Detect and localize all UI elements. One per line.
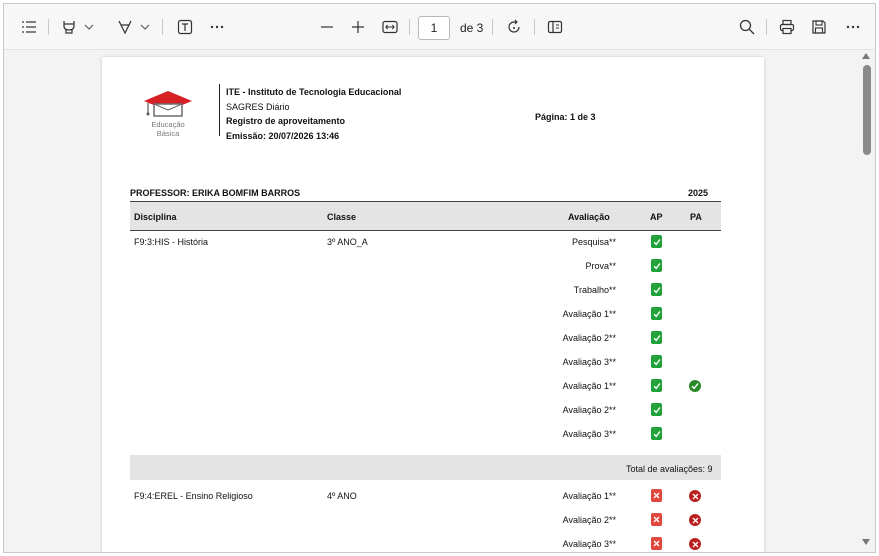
- row-disciplina: F9:3:HIS - História: [134, 237, 209, 247]
- scroll-up-arrow-icon[interactable]: [862, 53, 870, 59]
- ap-check-icon: [651, 379, 662, 392]
- page-number-input[interactable]: 1: [418, 16, 450, 40]
- toolbar-separator: [409, 19, 410, 35]
- table-header-bottom-rule: [130, 230, 721, 231]
- fit-to-width-icon[interactable]: [379, 16, 401, 38]
- scroll-down-arrow-icon[interactable]: [862, 539, 870, 545]
- row-avaliacao: Avaliação 3**: [562, 357, 616, 367]
- ap-cross-icon: [651, 513, 662, 526]
- toolbar-separator: [534, 19, 535, 35]
- system-name: SAGRES Diário: [226, 102, 290, 112]
- row-avaliacao: Avaliação 3**: [562, 429, 616, 439]
- report-year: 2025: [688, 188, 709, 198]
- header-ap: AP: [650, 212, 663, 222]
- document-viewport[interactable]: Educação Básica ITE - Instituto de Tecno…: [4, 51, 875, 552]
- toolbar-separator: [766, 19, 767, 35]
- print-icon[interactable]: [776, 16, 798, 38]
- table-header-top-rule: [130, 201, 721, 202]
- highlight-icon[interactable]: [58, 16, 80, 38]
- ap-cross-icon: [651, 537, 662, 550]
- rotate-icon[interactable]: [503, 16, 525, 38]
- row-avaliacao: Pesquisa**: [571, 237, 616, 247]
- ap-check-icon: [651, 283, 662, 296]
- emission-date: Emissão: 20/07/2026 13:46: [226, 131, 340, 141]
- vertical-scrollbar[interactable]: [859, 51, 875, 552]
- row-disciplina: F9:4:EREL - Ensino Religioso: [134, 491, 253, 501]
- highlight-dropdown-chevron-icon[interactable]: [82, 16, 96, 38]
- ap-check-icon: [651, 331, 662, 344]
- pa-cross-circle-icon: [689, 538, 701, 550]
- draw-icon[interactable]: [114, 16, 136, 38]
- toolbar: 1 de 3: [4, 4, 875, 50]
- scroll-thumb[interactable]: [863, 65, 871, 155]
- ap-check-icon: [651, 427, 662, 440]
- institution-name: ITE - Instituto de Tecnologia Educaciona…: [226, 87, 402, 97]
- zoom-out-icon[interactable]: [316, 16, 338, 38]
- row-avaliacao: Avaliação 1**: [562, 381, 616, 391]
- toolbar-separator: [48, 19, 49, 35]
- search-icon[interactable]: [736, 16, 758, 38]
- pa-cross-circle-icon: [689, 490, 701, 502]
- group-total-label: Total de avaliações: 9: [626, 464, 713, 474]
- save-icon[interactable]: [808, 16, 830, 38]
- pa-check-circle-icon: [689, 380, 701, 392]
- ap-cross-icon: [651, 489, 662, 502]
- pdf-viewer-window: 1 de 3 Educação Básica ITE - Instituto d…: [3, 3, 876, 553]
- row-avaliacao: Avaliação 2**: [562, 515, 616, 525]
- ap-check-icon: [651, 259, 662, 272]
- toolbar-separator: [492, 19, 493, 35]
- header-avaliacao: Avaliação: [568, 212, 610, 222]
- ap-check-icon: [651, 307, 662, 320]
- draw-dropdown-chevron-icon[interactable]: [138, 16, 152, 38]
- pdf-page: Educação Básica ITE - Instituto de Tecno…: [102, 57, 764, 552]
- page-count-label: de 3: [460, 21, 484, 35]
- text-box-icon[interactable]: [174, 16, 196, 38]
- row-avaliacao: Prova**: [585, 261, 616, 271]
- row-avaliacao: Trabalho**: [573, 285, 616, 295]
- row-avaliacao: Avaliação 2**: [562, 333, 616, 343]
- professor-name: PROFESSOR: ERIKA BOMFIM BARROS: [130, 188, 301, 198]
- header-disciplina: Disciplina: [134, 212, 177, 222]
- header-divider: [219, 84, 220, 136]
- pa-cross-circle-icon: [689, 514, 701, 526]
- row-avaliacao: Avaliação 1**: [562, 309, 616, 319]
- table-header: [130, 201, 721, 230]
- row-classe: 4º ANO: [327, 491, 357, 501]
- report-title: Registro de aproveitamento: [226, 116, 346, 126]
- header-classe: Classe: [327, 212, 357, 222]
- page-view-icon[interactable]: [544, 16, 566, 38]
- more-tools-icon[interactable]: [206, 16, 228, 38]
- page-label: Página: 1 de 3: [535, 112, 596, 122]
- zoom-in-icon[interactable]: [347, 16, 369, 38]
- toolbar-separator: [162, 19, 163, 35]
- table-of-contents-icon[interactable]: [18, 16, 40, 38]
- ap-check-icon: [651, 355, 662, 368]
- row-avaliacao: Avaliação 2**: [562, 405, 616, 415]
- ap-check-icon: [651, 403, 662, 416]
- logo-caption: Educação Básica: [151, 120, 185, 138]
- row-avaliacao: Avaliação 3**: [562, 539, 616, 549]
- row-classe: 3º ANO_A: [327, 237, 368, 247]
- header-pa: PA: [690, 212, 702, 222]
- row-avaliacao: Avaliação 1**: [562, 491, 616, 501]
- settings-more-icon[interactable]: [842, 16, 864, 38]
- ap-check-icon: [651, 235, 662, 248]
